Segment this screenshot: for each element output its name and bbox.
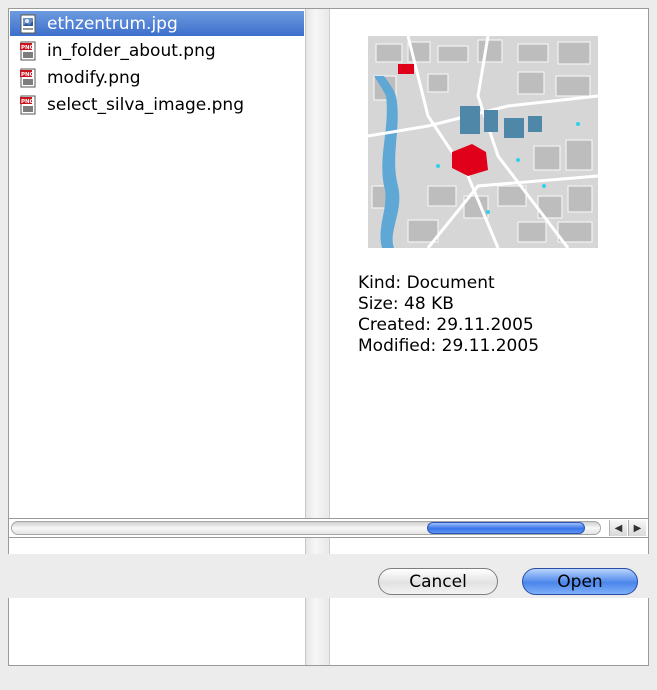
scroll-right-arrow-icon[interactable]: ▶ xyxy=(628,520,646,536)
open-button[interactable]: Open xyxy=(522,568,638,595)
scrollbar-track[interactable] xyxy=(11,521,601,535)
cancel-button[interactable]: Cancel xyxy=(378,568,498,595)
scrollbar-thumb[interactable] xyxy=(427,522,585,534)
scroll-region: ◀ ▶ xyxy=(0,0,657,598)
scroll-left-arrow-icon[interactable]: ◀ xyxy=(609,520,627,536)
horizontal-scrollbar[interactable]: ◀ ▶ xyxy=(8,518,649,538)
